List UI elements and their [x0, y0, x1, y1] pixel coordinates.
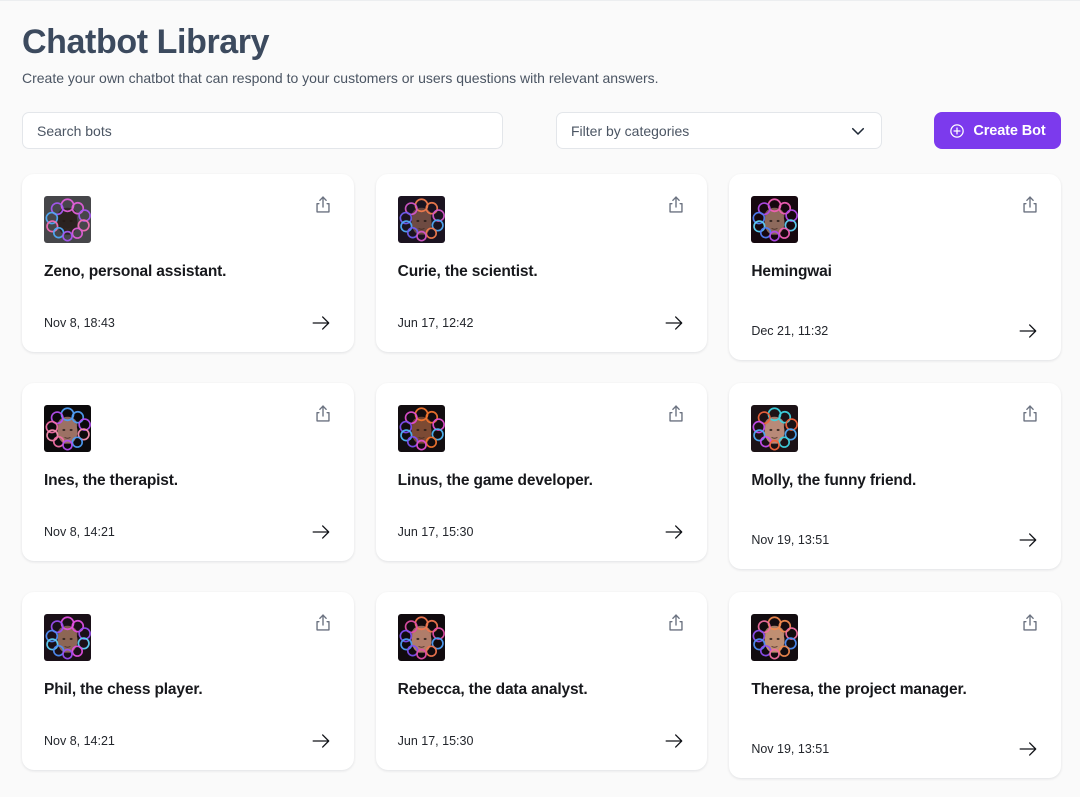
bot-card-title: Rebecca, the data analyst. [397, 681, 588, 698]
bot-card-title: Zeno, personal assistant. [44, 263, 227, 280]
arrow-right-icon[interactable] [310, 730, 332, 752]
toolbar: Filter by categories Create Bot [0, 112, 1080, 149]
bot-card-date: Nov 8, 14:21 [44, 734, 115, 748]
arrow-right-icon[interactable] [663, 521, 685, 543]
create-bot-button[interactable]: Create Bot [934, 112, 1061, 149]
bot-card-footer: Nov 8, 18:43 [44, 312, 332, 334]
bot-card-title: Molly, the funny friend. [751, 472, 917, 489]
filter-select-label: Filter by categories [571, 122, 690, 139]
bot-avatar [397, 614, 445, 661]
bot-card[interactable]: Rebecca, the data analyst. Jun 17, 15:30 [375, 592, 708, 770]
share-icon[interactable] [312, 194, 334, 216]
bot-card-title: Curie, the scientist. [397, 263, 538, 280]
share-icon[interactable] [1019, 612, 1041, 634]
bot-card-date: Jun 17, 15:30 [397, 734, 474, 748]
bot-card-date: Jun 17, 12:42 [397, 316, 474, 330]
bot-card-footer: Nov 19, 13:51 [751, 738, 1039, 760]
bot-avatar [44, 196, 91, 243]
bot-card-footer: Jun 17, 15:30 [398, 730, 686, 752]
share-icon[interactable] [312, 403, 334, 425]
bot-card-date: Nov 8, 14:21 [44, 525, 115, 539]
page-header: Chatbot Library Create your own chatbot … [0, 1, 1080, 87]
arrow-right-icon[interactable] [310, 312, 332, 334]
share-icon[interactable] [312, 612, 334, 634]
filter-by-categories-dropdown[interactable]: Filter by categories [556, 112, 882, 149]
chatbot-library-page: Chatbot Library Create your own chatbot … [0, 0, 1080, 797]
bot-card-footer: Jun 17, 12:42 [398, 312, 686, 334]
bot-card-date: Nov 8, 18:43 [44, 316, 115, 330]
bot-card[interactable]: Linus, the game developer. Jun 17, 15:30 [375, 383, 708, 561]
share-icon[interactable] [1019, 403, 1041, 425]
bot-card-title: Ines, the therapist. [44, 472, 178, 489]
bot-card-title: Hemingwai [751, 263, 832, 280]
bot-card-footer: Nov 19, 13:51 [751, 529, 1039, 551]
arrow-right-icon[interactable] [1017, 529, 1039, 551]
bot-card-grid: Zeno, personal assistant. Nov 8, 18:43 C… [0, 174, 1080, 778]
share-icon[interactable] [665, 194, 687, 216]
bot-avatar [44, 405, 91, 452]
share-icon[interactable] [665, 403, 687, 425]
bot-card[interactable]: Zeno, personal assistant. Nov 8, 18:43 [22, 174, 354, 352]
bot-card-date: Jun 17, 15:30 [397, 525, 474, 539]
search-bots-field[interactable] [22, 112, 503, 149]
bot-card[interactable]: Curie, the scientist. Jun 17, 12:42 [375, 174, 708, 352]
share-icon[interactable] [665, 612, 687, 634]
filter-select-control[interactable]: Filter by categories [556, 112, 882, 149]
bot-card[interactable]: Molly, the funny friend. Nov 19, 13:51 [729, 383, 1061, 569]
search-input[interactable] [22, 112, 503, 149]
arrow-right-icon[interactable] [1017, 320, 1039, 342]
bot-card[interactable]: Ines, the therapist. Nov 8, 14:21 [22, 383, 354, 561]
chevron-down-icon [849, 122, 867, 140]
page-subtitle: Create your own chatbot that can respond… [22, 70, 659, 86]
bot-card-footer: Dec 21, 11:32 [751, 320, 1039, 342]
bot-avatar [397, 196, 445, 243]
bot-avatar [44, 614, 91, 661]
arrow-right-icon[interactable] [663, 730, 685, 752]
page-title: Chatbot Library [22, 23, 270, 61]
bot-card-title: Phil, the chess player. [44, 681, 203, 698]
bot-card[interactable]: Phil, the chess player. Nov 8, 14:21 [22, 592, 354, 770]
arrow-right-icon[interactable] [663, 312, 685, 334]
bot-card-footer: Nov 8, 14:21 [44, 521, 332, 543]
bot-card-date: Nov 19, 13:51 [751, 742, 830, 756]
bot-card[interactable]: Theresa, the project manager. Nov 19, 13… [729, 592, 1061, 778]
bot-card-title: Linus, the game developer. [397, 472, 593, 489]
bot-avatar [751, 196, 799, 243]
bot-avatar [751, 614, 799, 661]
arrow-right-icon[interactable] [310, 521, 332, 543]
create-bot-button-label: Create Bot [973, 122, 1046, 139]
bot-card-date: Nov 19, 13:51 [751, 533, 830, 547]
share-icon[interactable] [1019, 194, 1041, 216]
bot-card-footer: Jun 17, 15:30 [398, 521, 686, 543]
bot-card[interactable]: Hemingwai Dec 21, 11:32 [729, 174, 1061, 360]
bot-avatar [751, 405, 799, 452]
bot-avatar [397, 405, 445, 452]
arrow-right-icon[interactable] [1017, 738, 1039, 760]
plus-circle-icon [949, 123, 965, 139]
bot-card-date: Dec 21, 11:32 [751, 324, 829, 338]
bot-card-footer: Nov 8, 14:21 [44, 730, 332, 752]
bot-card-title: Theresa, the project manager. [751, 681, 967, 698]
